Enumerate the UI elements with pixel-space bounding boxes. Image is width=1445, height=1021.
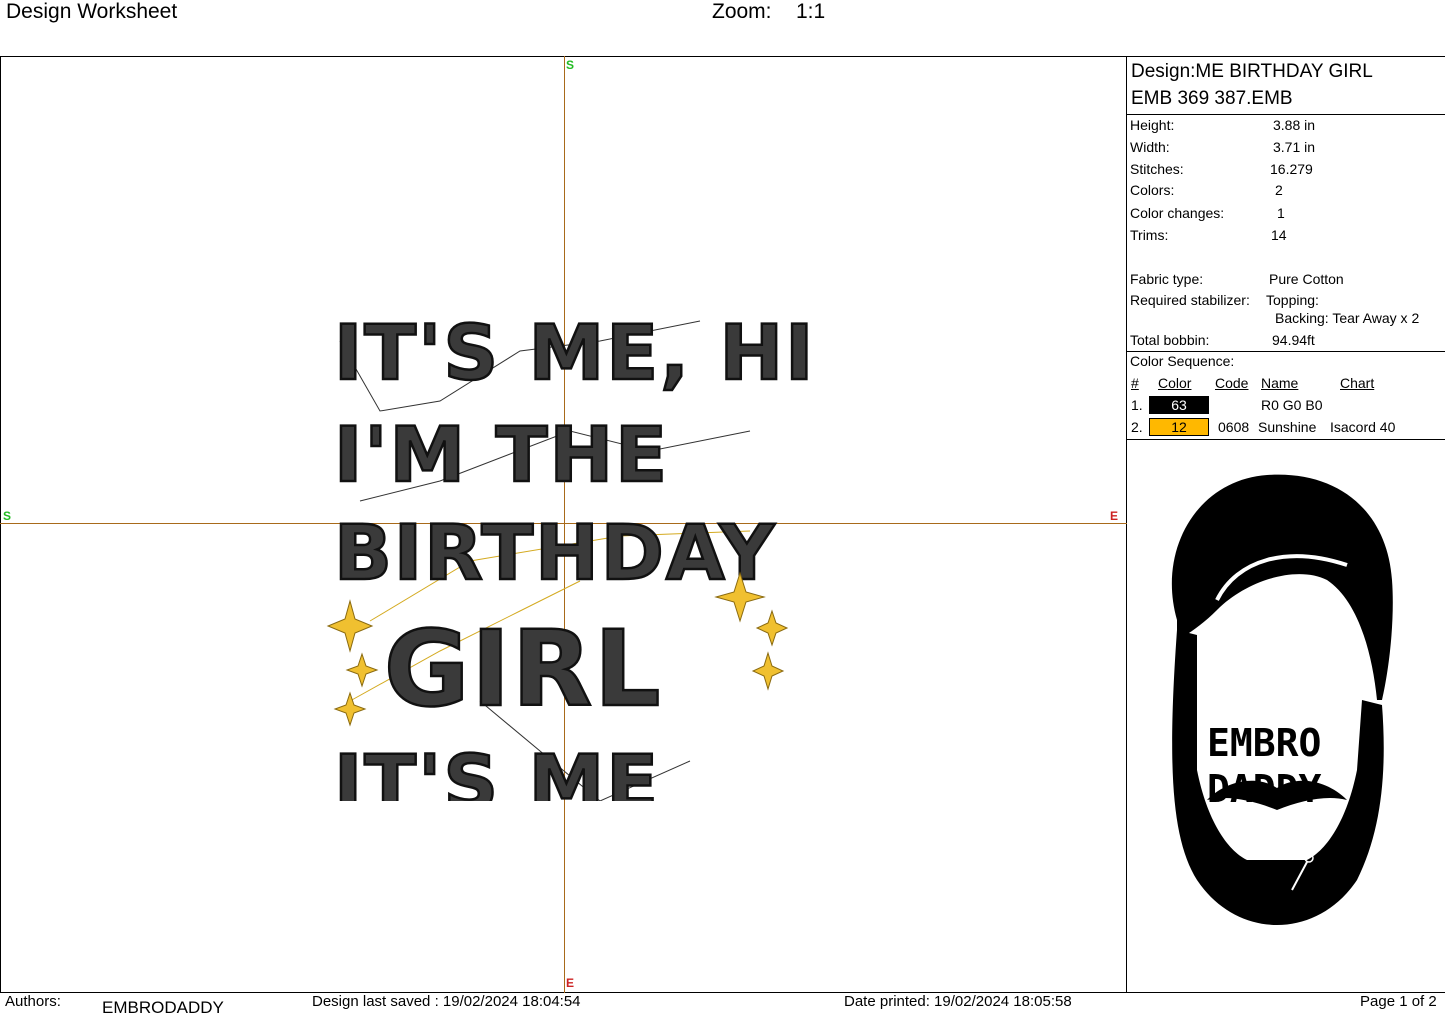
design-canvas: S S E E IT'S ME, HI I'M THE BIRTHDAY GIR… — [0, 56, 1127, 993]
star-icon — [345, 652, 379, 688]
design-file: EMB 369 387.EMB — [1131, 88, 1293, 109]
logo-text-line-2: DADDY — [1207, 767, 1322, 811]
embro-daddy-logo: EMBRO DADDY — [1171, 474, 1393, 925]
color-row-name: Sunshine — [1258, 419, 1317, 435]
stat-stitches-value: 16.279 — [1270, 161, 1313, 177]
color-swatch-black: 63 — [1149, 396, 1209, 414]
stat-color-changes-value: 1 — [1277, 205, 1285, 221]
panel-divider — [1127, 114, 1445, 115]
star-icon — [755, 609, 789, 647]
axis-start-top: S — [566, 58, 575, 72]
design-title: Design:ME BIRTHDAY GIRL — [1131, 61, 1373, 82]
star-icon — [751, 651, 785, 691]
col-header-code: Code — [1215, 375, 1249, 391]
footer-authors-label: Authors: — [5, 993, 61, 1010]
design-line-5: IT'S ME — [334, 738, 660, 801]
stat-color-changes-label: Color changes: — [1130, 205, 1225, 221]
axis-end-bottom: E — [566, 976, 575, 990]
stat-height-value: 3.88 in — [1273, 117, 1316, 133]
color-row-name: R0 G0 B0 — [1261, 397, 1323, 413]
color-row-chart: Isacord 40 — [1330, 419, 1396, 435]
star-icon — [333, 691, 367, 727]
color-row-num: 1. — [1131, 397, 1143, 413]
panel-divider — [1127, 439, 1445, 440]
design-line-2: I'M THE — [334, 410, 669, 499]
bobbin-label: Total bobbin: — [1130, 332, 1210, 348]
panel-divider — [1127, 351, 1445, 352]
col-header-color: Color — [1158, 375, 1192, 391]
stat-height-label: Height: — [1130, 117, 1175, 133]
footer-date-printed: Date printed: 19/02/2024 18:05:58 — [844, 993, 1072, 1010]
stabilizer-topping: Topping: — [1266, 292, 1319, 308]
design-name: Design:ME BIRTHDAY GIRL EMB 369 387.EMB — [1131, 58, 1373, 112]
stat-width-value: 3.71 in — [1273, 139, 1316, 155]
stabilizer-label: Required stabilizer: — [1130, 292, 1250, 308]
color-sequence-title: Color Sequence: — [1130, 353, 1235, 369]
zoom-label: Zoom: — [712, 0, 772, 23]
logo-text-line-1: EMBRO — [1207, 721, 1321, 765]
stat-colors-label: Colors: — [1130, 182, 1175, 198]
zoom-value: 1:1 — [796, 0, 826, 23]
stat-trims-value: 14 — [1271, 227, 1287, 243]
col-header-chart: Chart — [1340, 375, 1375, 391]
design-line-4: GIRL — [384, 608, 662, 730]
col-header-num: # — [1131, 375, 1139, 391]
stat-width-label: Width: — [1130, 139, 1170, 155]
color-row-code: 0608 — [1218, 419, 1250, 435]
fabric-label: Fabric type: — [1130, 271, 1204, 287]
design-line-3: BIRTHDAY — [334, 508, 776, 597]
axis-end-right: E — [1110, 509, 1119, 523]
stat-colors-value: 2 — [1275, 182, 1283, 198]
info-panel: Design:ME BIRTHDAY GIRL EMB 369 387.EMB … — [1127, 56, 1445, 993]
hair-shape — [1171, 474, 1393, 700]
embroidery-design-preview: IT'S ME, HI I'M THE BIRTHDAY GIRL IT'S M… — [326, 307, 810, 801]
color-row-num: 2. — [1131, 419, 1143, 435]
axis-start-left: S — [3, 509, 12, 523]
fabric-value: Pure Cotton — [1269, 271, 1344, 287]
footer-authors-value: EMBRODADDY — [102, 998, 224, 1017]
stabilizer-backing: Backing: Tear Away x 2 — [1275, 310, 1420, 326]
footer-last-saved: Design last saved : 19/02/2024 18:04:54 — [312, 993, 581, 1010]
worksheet-title: Design Worksheet — [6, 0, 178, 23]
design-line-1: IT'S ME, HI — [334, 308, 810, 397]
stat-stitches-label: Stitches: — [1130, 161, 1184, 177]
footer-page-number: Page 1 of 2 — [1360, 993, 1437, 1010]
star-icon — [326, 599, 374, 653]
color-swatch-yellow: 12 — [1149, 418, 1209, 436]
bobbin-value: 94.94ft — [1272, 332, 1315, 348]
col-header-name: Name — [1261, 375, 1299, 391]
stat-trims-label: Trims: — [1130, 227, 1169, 243]
